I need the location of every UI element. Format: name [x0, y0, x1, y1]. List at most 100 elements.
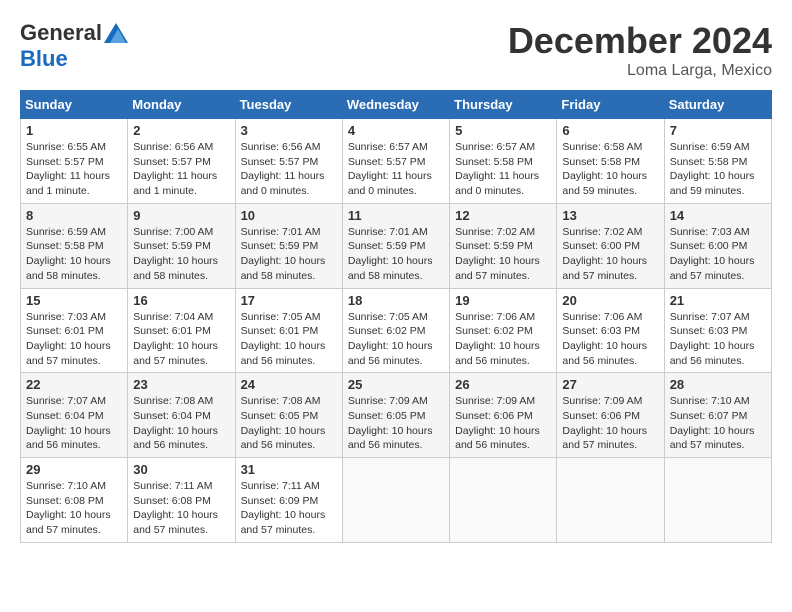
- calendar-cell: 10 Sunrise: 7:01 AMSunset: 5:59 PMDayligh…: [235, 203, 342, 288]
- day-number: 6: [562, 123, 658, 138]
- day-number: 10: [241, 208, 337, 223]
- calendar-cell: 6Sunrise: 6:58 AMSunset: 5:58 PMDaylight…: [557, 119, 664, 204]
- day-info: Sunrise: 7:03 AMSunset: 6:00 PMDaylight:…: [670, 225, 766, 284]
- day-info: Sunrise: 7:07 AMSunset: 6:03 PMDaylight:…: [670, 310, 766, 369]
- calendar-cell: 12 Sunrise: 7:02 AMSunset: 5:59 PMDayligh…: [450, 203, 557, 288]
- day-info: Sunrise: 7:02 AMSunset: 6:00 PMDaylight:…: [562, 225, 658, 284]
- day-number: 25: [348, 377, 444, 392]
- day-number: 26: [455, 377, 551, 392]
- day-number: 5: [455, 123, 551, 138]
- day-info: Sunrise: 7:01 AMSunset: 5:59 PMDaylight:…: [348, 225, 444, 284]
- calendar-cell: 3Sunrise: 6:56 AMSunset: 5:57 PMDaylight…: [235, 119, 342, 204]
- day-number: 14: [670, 208, 766, 223]
- calendar-cell: 27Sunrise: 7:09 AMSunset: 6:06 PMDayligh…: [557, 373, 664, 458]
- calendar-cell: 2 Sunrise: 6:56 AMSunset: 5:57 PMDaylight…: [128, 119, 235, 204]
- location-text: Loma Larga, Mexico: [508, 62, 772, 80]
- day-info: Sunrise: 7:09 AMSunset: 6:05 PMDaylight:…: [348, 394, 444, 453]
- day-info: Sunrise: 7:09 AMSunset: 6:06 PMDaylight:…: [455, 394, 551, 453]
- logo: General Blue: [20, 20, 128, 72]
- day-number: 31: [241, 462, 337, 477]
- calendar-cell: 4 Sunrise: 6:57 AMSunset: 5:57 PMDaylight…: [342, 119, 449, 204]
- day-info: Sunrise: 7:07 AMSunset: 6:04 PMDaylight:…: [26, 394, 122, 453]
- calendar-cell: 11 Sunrise: 7:01 AMSunset: 5:59 PMDayligh…: [342, 203, 449, 288]
- calendar-cell: [450, 458, 557, 543]
- day-number: 17: [241, 293, 337, 308]
- logo-blue-text: Blue: [20, 46, 68, 72]
- day-number: 22: [26, 377, 122, 392]
- calendar-cell: 17 Sunrise: 7:05 AMSunset: 6:01 PMDayligh…: [235, 288, 342, 373]
- day-info: Sunrise: 6:56 AMSunset: 5:57 PMDaylight:…: [133, 140, 229, 199]
- col-monday: Monday: [128, 91, 235, 119]
- day-info: Sunrise: 6:59 AMSunset: 5:58 PMDaylight:…: [26, 225, 122, 284]
- logo-icon: [104, 23, 128, 43]
- calendar-cell: 18Sunrise: 7:05 AMSunset: 6:02 PMDayligh…: [342, 288, 449, 373]
- calendar-cell: 26 Sunrise: 7:09 AMSunset: 6:06 PMDayligh…: [450, 373, 557, 458]
- day-number: 3: [241, 123, 337, 138]
- col-saturday: Saturday: [664, 91, 771, 119]
- day-number: 12: [455, 208, 551, 223]
- calendar-cell: 29 Sunrise: 7:10 AMSunset: 6:08 PMDayligh…: [21, 458, 128, 543]
- day-number: 9: [133, 208, 229, 223]
- calendar-week-row: 8 Sunrise: 6:59 AMSunset: 5:58 PMDaylight…: [21, 203, 772, 288]
- calendar-cell: 23 Sunrise: 7:08 AMSunset: 6:04 PMDayligh…: [128, 373, 235, 458]
- day-info: Sunrise: 7:03 AMSunset: 6:01 PMDaylight:…: [26, 310, 122, 369]
- calendar-cell: 19 Sunrise: 7:06 AMSunset: 6:02 PMDayligh…: [450, 288, 557, 373]
- logo-general-text: General: [20, 20, 102, 46]
- calendar-cell: 30 Sunrise: 7:11 AMSunset: 6:08 PMDayligh…: [128, 458, 235, 543]
- calendar-cell: [557, 458, 664, 543]
- calendar-cell: 1 Sunrise: 6:55 AMSunset: 5:57 PMDaylight…: [21, 119, 128, 204]
- day-info: Sunrise: 7:01 AMSunset: 5:59 PMDaylight:…: [241, 225, 337, 284]
- day-number: 16: [133, 293, 229, 308]
- day-info: Sunrise: 7:11 AMSunset: 6:08 PMDaylight:…: [133, 479, 229, 538]
- calendar-cell: 21 Sunrise: 7:07 AMSunset: 6:03 PMDayligh…: [664, 288, 771, 373]
- calendar-cell: 16 Sunrise: 7:04 AMSunset: 6:01 PMDayligh…: [128, 288, 235, 373]
- calendar-cell: 31 Sunrise: 7:11 AMSunset: 6:09 PMDayligh…: [235, 458, 342, 543]
- title-area: December 2024 Loma Larga, Mexico: [508, 20, 772, 80]
- day-info: Sunrise: 7:05 AMSunset: 6:01 PMDaylight:…: [241, 310, 337, 369]
- day-number: 30: [133, 462, 229, 477]
- day-info: Sunrise: 6:57 AMSunset: 5:57 PMDaylight:…: [348, 140, 444, 199]
- day-number: 19: [455, 293, 551, 308]
- calendar-cell: 22 Sunrise: 7:07 AMSunset: 6:04 PMDayligh…: [21, 373, 128, 458]
- day-number: 20: [562, 293, 658, 308]
- day-number: 8: [26, 208, 122, 223]
- day-info: Sunrise: 7:06 AMSunset: 6:02 PMDaylight:…: [455, 310, 551, 369]
- day-info: Sunrise: 7:06 AMSunset: 6:03 PMDaylight:…: [562, 310, 658, 369]
- calendar-cell: 8 Sunrise: 6:59 AMSunset: 5:58 PMDaylight…: [21, 203, 128, 288]
- day-info: Sunrise: 7:04 AMSunset: 6:01 PMDaylight:…: [133, 310, 229, 369]
- day-info: Sunrise: 7:10 AMSunset: 6:07 PMDaylight:…: [670, 394, 766, 453]
- col-tuesday: Tuesday: [235, 91, 342, 119]
- calendar-cell: 14 Sunrise: 7:03 AMSunset: 6:00 PMDayligh…: [664, 203, 771, 288]
- day-number: 4: [348, 123, 444, 138]
- calendar-cell: 13 Sunrise: 7:02 AMSunset: 6:00 PMDayligh…: [557, 203, 664, 288]
- day-info: Sunrise: 7:08 AMSunset: 6:04 PMDaylight:…: [133, 394, 229, 453]
- day-number: 11: [348, 208, 444, 223]
- calendar-cell: 15Sunrise: 7:03 AMSunset: 6:01 PMDayligh…: [21, 288, 128, 373]
- col-sunday: Sunday: [21, 91, 128, 119]
- calendar-cell: 5 Sunrise: 6:57 AMSunset: 5:58 PMDaylight…: [450, 119, 557, 204]
- month-title: December 2024: [508, 20, 772, 62]
- calendar-table: Sunday Monday Tuesday Wednesday Thursday…: [20, 90, 772, 543]
- day-number: 13: [562, 208, 658, 223]
- day-number: 29: [26, 462, 122, 477]
- day-number: 24: [241, 377, 337, 392]
- col-wednesday: Wednesday: [342, 91, 449, 119]
- day-info: Sunrise: 7:11 AMSunset: 6:09 PMDaylight:…: [241, 479, 337, 538]
- day-info: Sunrise: 6:59 AMSunset: 5:58 PMDaylight:…: [670, 140, 766, 199]
- day-info: Sunrise: 7:08 AMSunset: 6:05 PMDaylight:…: [241, 394, 337, 453]
- day-number: 7: [670, 123, 766, 138]
- day-info: Sunrise: 6:57 AMSunset: 5:58 PMDaylight:…: [455, 140, 551, 199]
- day-info: Sunrise: 7:02 AMSunset: 5:59 PMDaylight:…: [455, 225, 551, 284]
- day-number: 21: [670, 293, 766, 308]
- day-number: 1: [26, 123, 122, 138]
- calendar-cell: 20 Sunrise: 7:06 AMSunset: 6:03 PMDayligh…: [557, 288, 664, 373]
- day-info: Sunrise: 6:55 AMSunset: 5:57 PMDaylight:…: [26, 140, 122, 199]
- calendar-cell: [664, 458, 771, 543]
- day-number: 23: [133, 377, 229, 392]
- day-number: 27: [562, 377, 658, 392]
- calendar-cell: 28Sunrise: 7:10 AMSunset: 6:07 PMDayligh…: [664, 373, 771, 458]
- calendar-header-row: Sunday Monday Tuesday Wednesday Thursday…: [21, 91, 772, 119]
- day-info: Sunrise: 7:10 AMSunset: 6:08 PMDaylight:…: [26, 479, 122, 538]
- day-number: 2: [133, 123, 229, 138]
- calendar-cell: 25 Sunrise: 7:09 AMSunset: 6:05 PMDayligh…: [342, 373, 449, 458]
